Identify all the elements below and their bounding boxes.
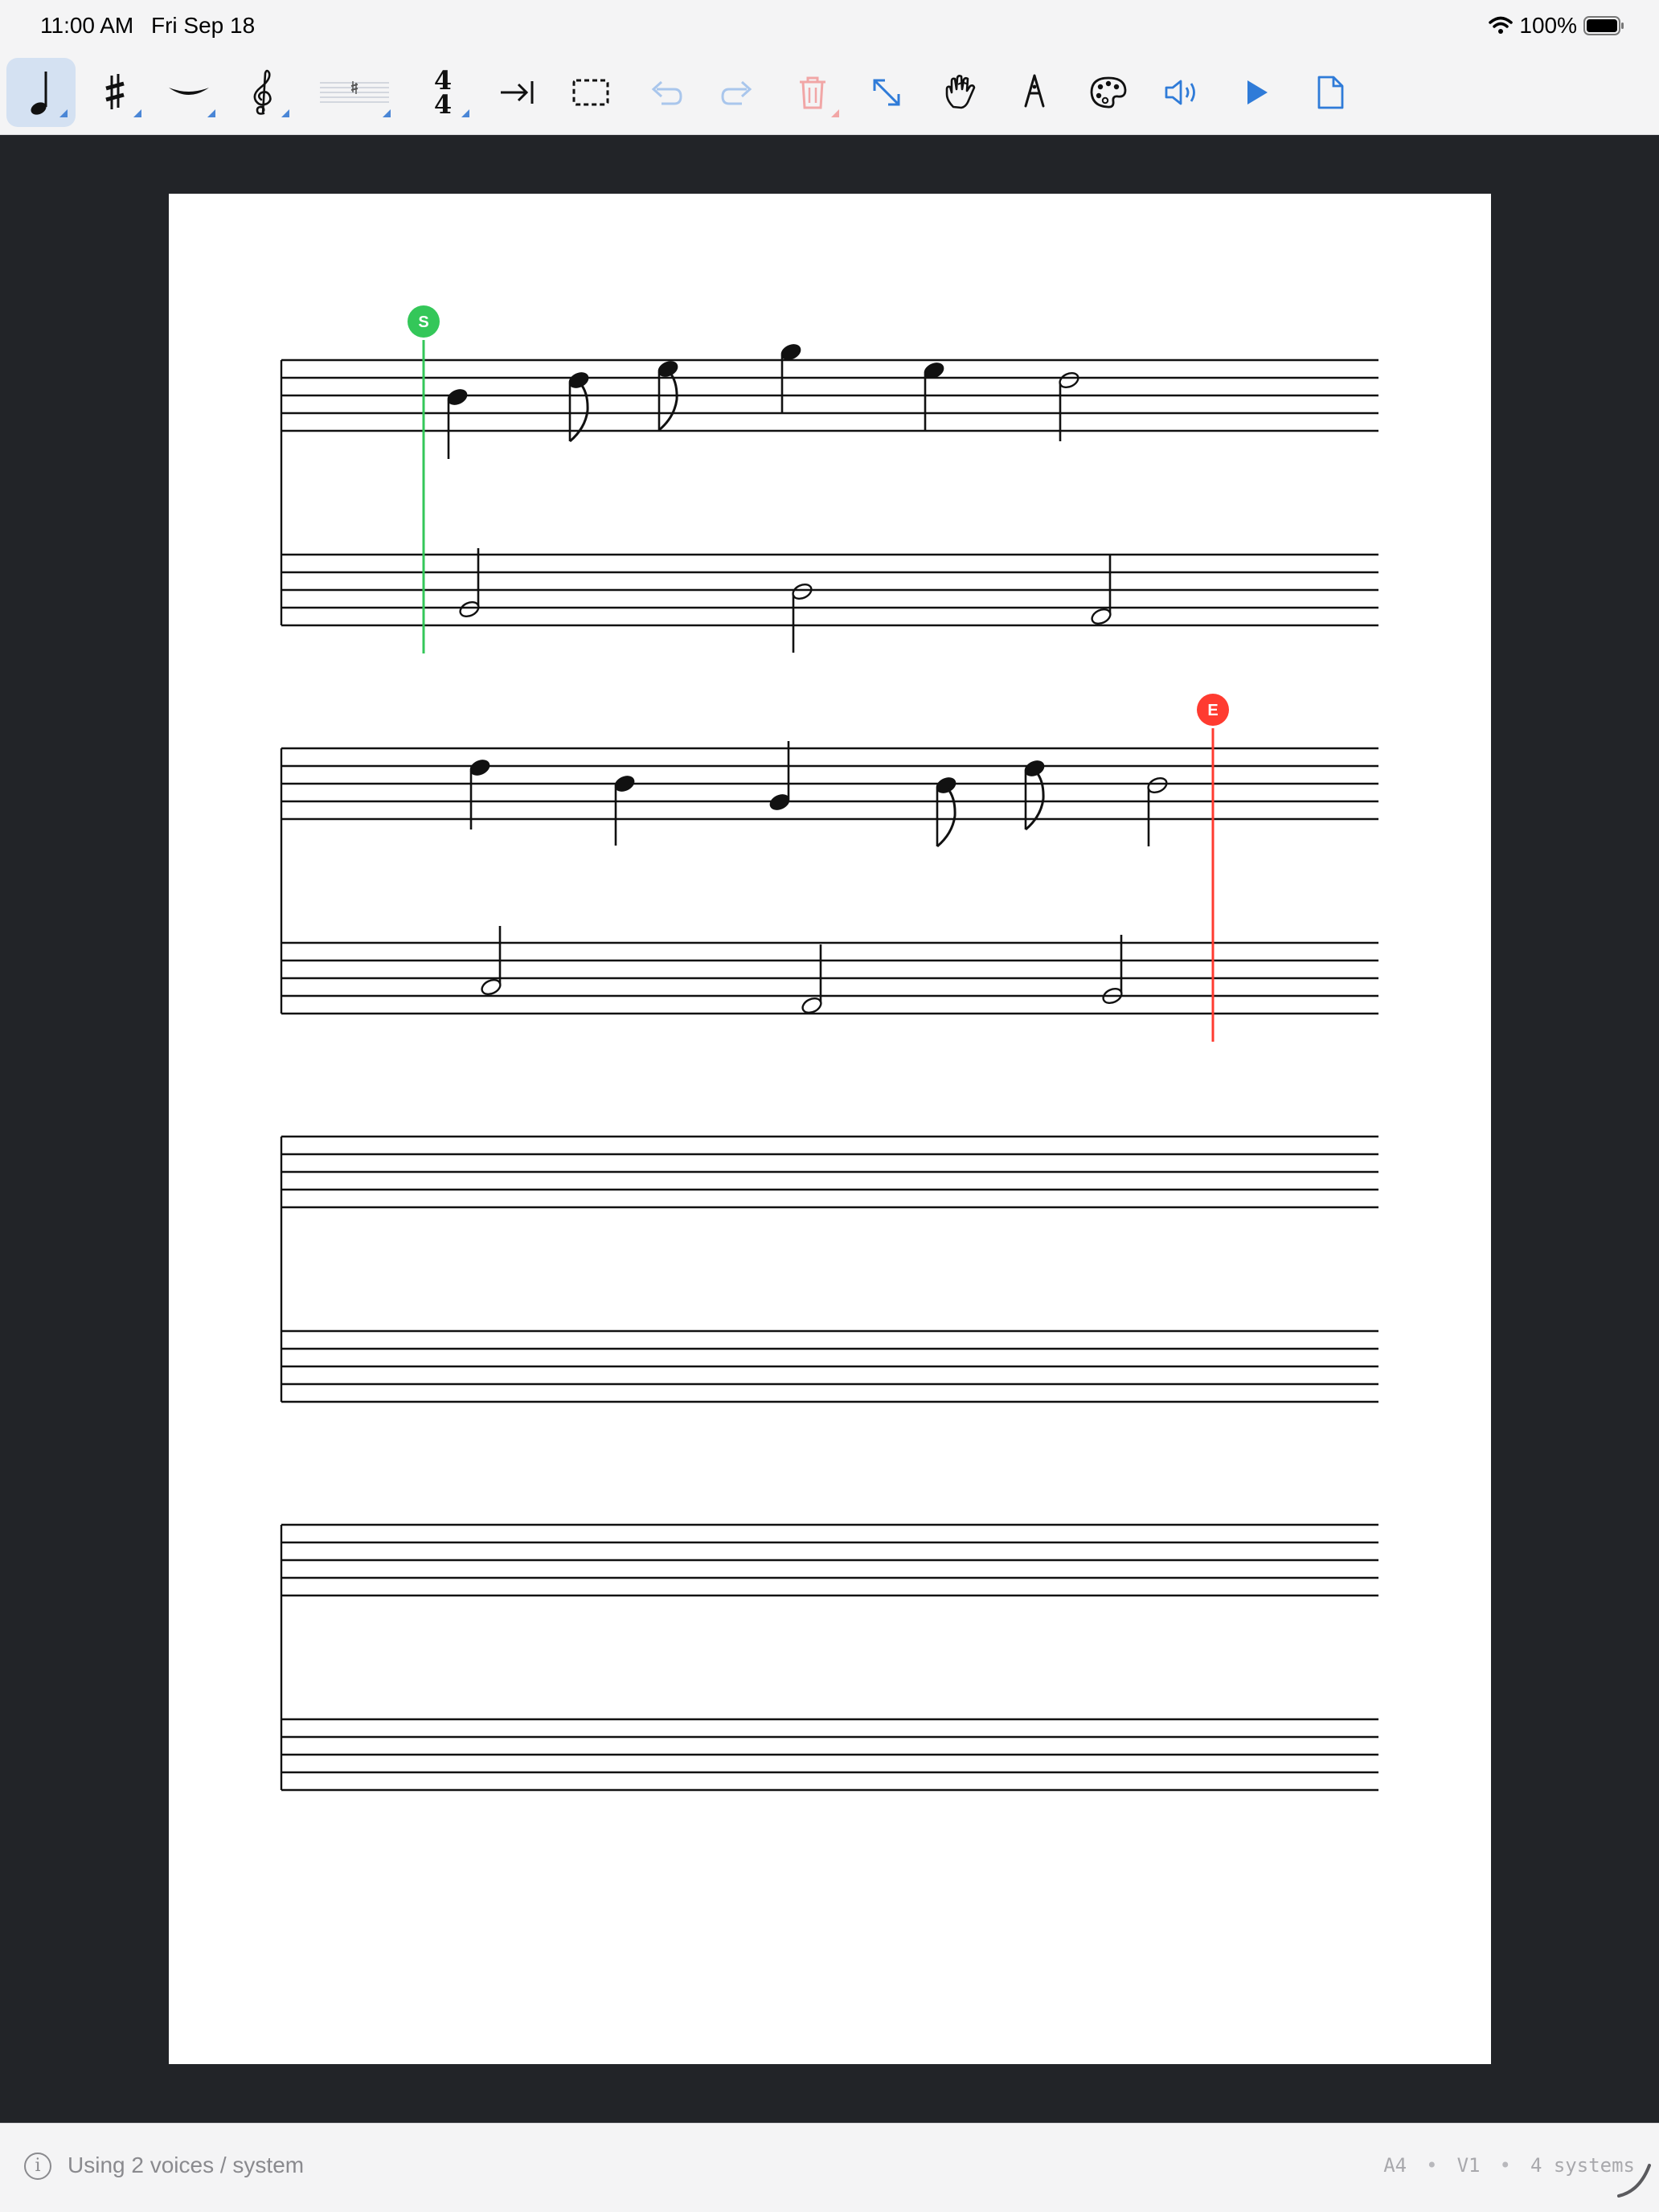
staff-lower <box>280 1329 1380 1403</box>
toolbar: 4 4 <box>0 51 1659 135</box>
expand-icon <box>873 79 900 106</box>
trash-icon <box>800 76 825 109</box>
key-signature-tool[interactable] <box>310 58 399 127</box>
status-time: 11:00 AM <box>40 13 134 38</box>
redo-button[interactable] <box>704 58 773 127</box>
wifi-icon <box>1489 16 1514 34</box>
time-signature-icon: 4 4 <box>434 68 452 117</box>
staff-lower <box>280 553 1380 627</box>
notes-system-2-lower[interactable] <box>480 926 1124 1015</box>
pencil-handle-icon[interactable] <box>1614 2161 1654 2201</box>
notes-system-2-upper[interactable] <box>467 741 1169 848</box>
speaker-icon <box>1165 80 1195 105</box>
playback-end-marker[interactable]: E <box>1197 694 1229 1042</box>
notes-system-1-upper[interactable] <box>444 341 1080 459</box>
note[interactable] <box>655 358 680 432</box>
note[interactable] <box>612 772 637 846</box>
quarter-note-icon <box>31 72 47 115</box>
notes-system-1-lower[interactable] <box>458 548 1113 653</box>
note[interactable] <box>791 582 814 653</box>
separator-dot: • <box>1426 2154 1438 2177</box>
note-duration-tool[interactable] <box>6 58 76 127</box>
status-bar: 11:00 AM Fri Sep 18 100% <box>0 0 1659 51</box>
document-icon <box>1317 76 1344 109</box>
undo-icon <box>651 80 682 105</box>
separator-dot: • <box>1499 2154 1511 2177</box>
status-date: Fri Sep 18 <box>151 13 256 38</box>
redo-icon <box>721 80 752 105</box>
score-page[interactable]: S E <box>169 194 1491 2064</box>
info-text: Using 2 voices / system <box>68 2153 305 2177</box>
note[interactable] <box>444 386 469 459</box>
pen-tool[interactable] <box>1000 58 1069 127</box>
hand-tool-icon <box>945 75 976 109</box>
end-marker-label: E <box>1207 702 1218 719</box>
info-icon[interactable]: i <box>24 2153 51 2180</box>
version-label: V1 <box>1456 2154 1481 2177</box>
sound-tool[interactable] <box>1148 58 1217 127</box>
resize-tool[interactable] <box>852 58 921 127</box>
start-marker-label: S <box>418 313 428 331</box>
accidental-tool[interactable] <box>80 58 150 127</box>
time-sig-denominator: 4 <box>433 89 453 120</box>
key-signature-icon <box>320 81 389 103</box>
battery-percent: 100% <box>1519 13 1577 38</box>
pen-nib-icon <box>1024 74 1045 108</box>
playback-start-marker[interactable]: S <box>408 305 440 653</box>
score-svg: S E <box>280 305 1380 1792</box>
undo-button[interactable] <box>630 58 699 127</box>
delete-button[interactable] <box>778 58 847 127</box>
play-icon <box>1247 80 1268 104</box>
score-canvas[interactable]: S E <box>0 136 1659 2123</box>
insert-tool[interactable] <box>482 58 551 127</box>
page-size: A4 <box>1383 2154 1407 2177</box>
tie-slur-tool[interactable] <box>154 58 223 127</box>
document-meta: A4 • V1 • 4 systems <box>1383 2154 1635 2177</box>
system-4[interactable] <box>280 1523 1380 1792</box>
note[interactable] <box>1146 776 1169 846</box>
status-right: 100% <box>1489 11 1625 40</box>
system-3[interactable] <box>280 1135 1380 1403</box>
note[interactable] <box>933 774 958 848</box>
clef-tool[interactable] <box>228 58 297 127</box>
document-button[interactable] <box>1296 58 1365 127</box>
note[interactable] <box>767 741 792 813</box>
bottom-status-bar: i Using 2 voices / system A4 • V1 • 4 sy… <box>0 2123 1659 2212</box>
sharp-icon <box>105 74 125 109</box>
staff-upper <box>280 358 1380 432</box>
selection-tool[interactable] <box>556 58 625 127</box>
appearance-tool[interactable] <box>1074 58 1143 127</box>
staff-upper <box>280 1135 1380 1209</box>
play-button[interactable] <box>1222 58 1291 127</box>
battery-icon <box>1583 16 1624 35</box>
insert-tab-icon <box>501 81 534 104</box>
palette-icon <box>1090 76 1127 109</box>
note[interactable] <box>801 944 824 1015</box>
staff-lower <box>280 1718 1380 1792</box>
staff-upper <box>280 1523 1380 1597</box>
time-signature-tool[interactable]: 4 4 <box>408 58 477 127</box>
tie-icon <box>169 88 209 95</box>
treble-clef-icon <box>253 69 272 115</box>
system-1[interactable] <box>280 358 1380 627</box>
selection-rect-icon <box>572 79 609 106</box>
hand-tool[interactable] <box>926 58 995 127</box>
